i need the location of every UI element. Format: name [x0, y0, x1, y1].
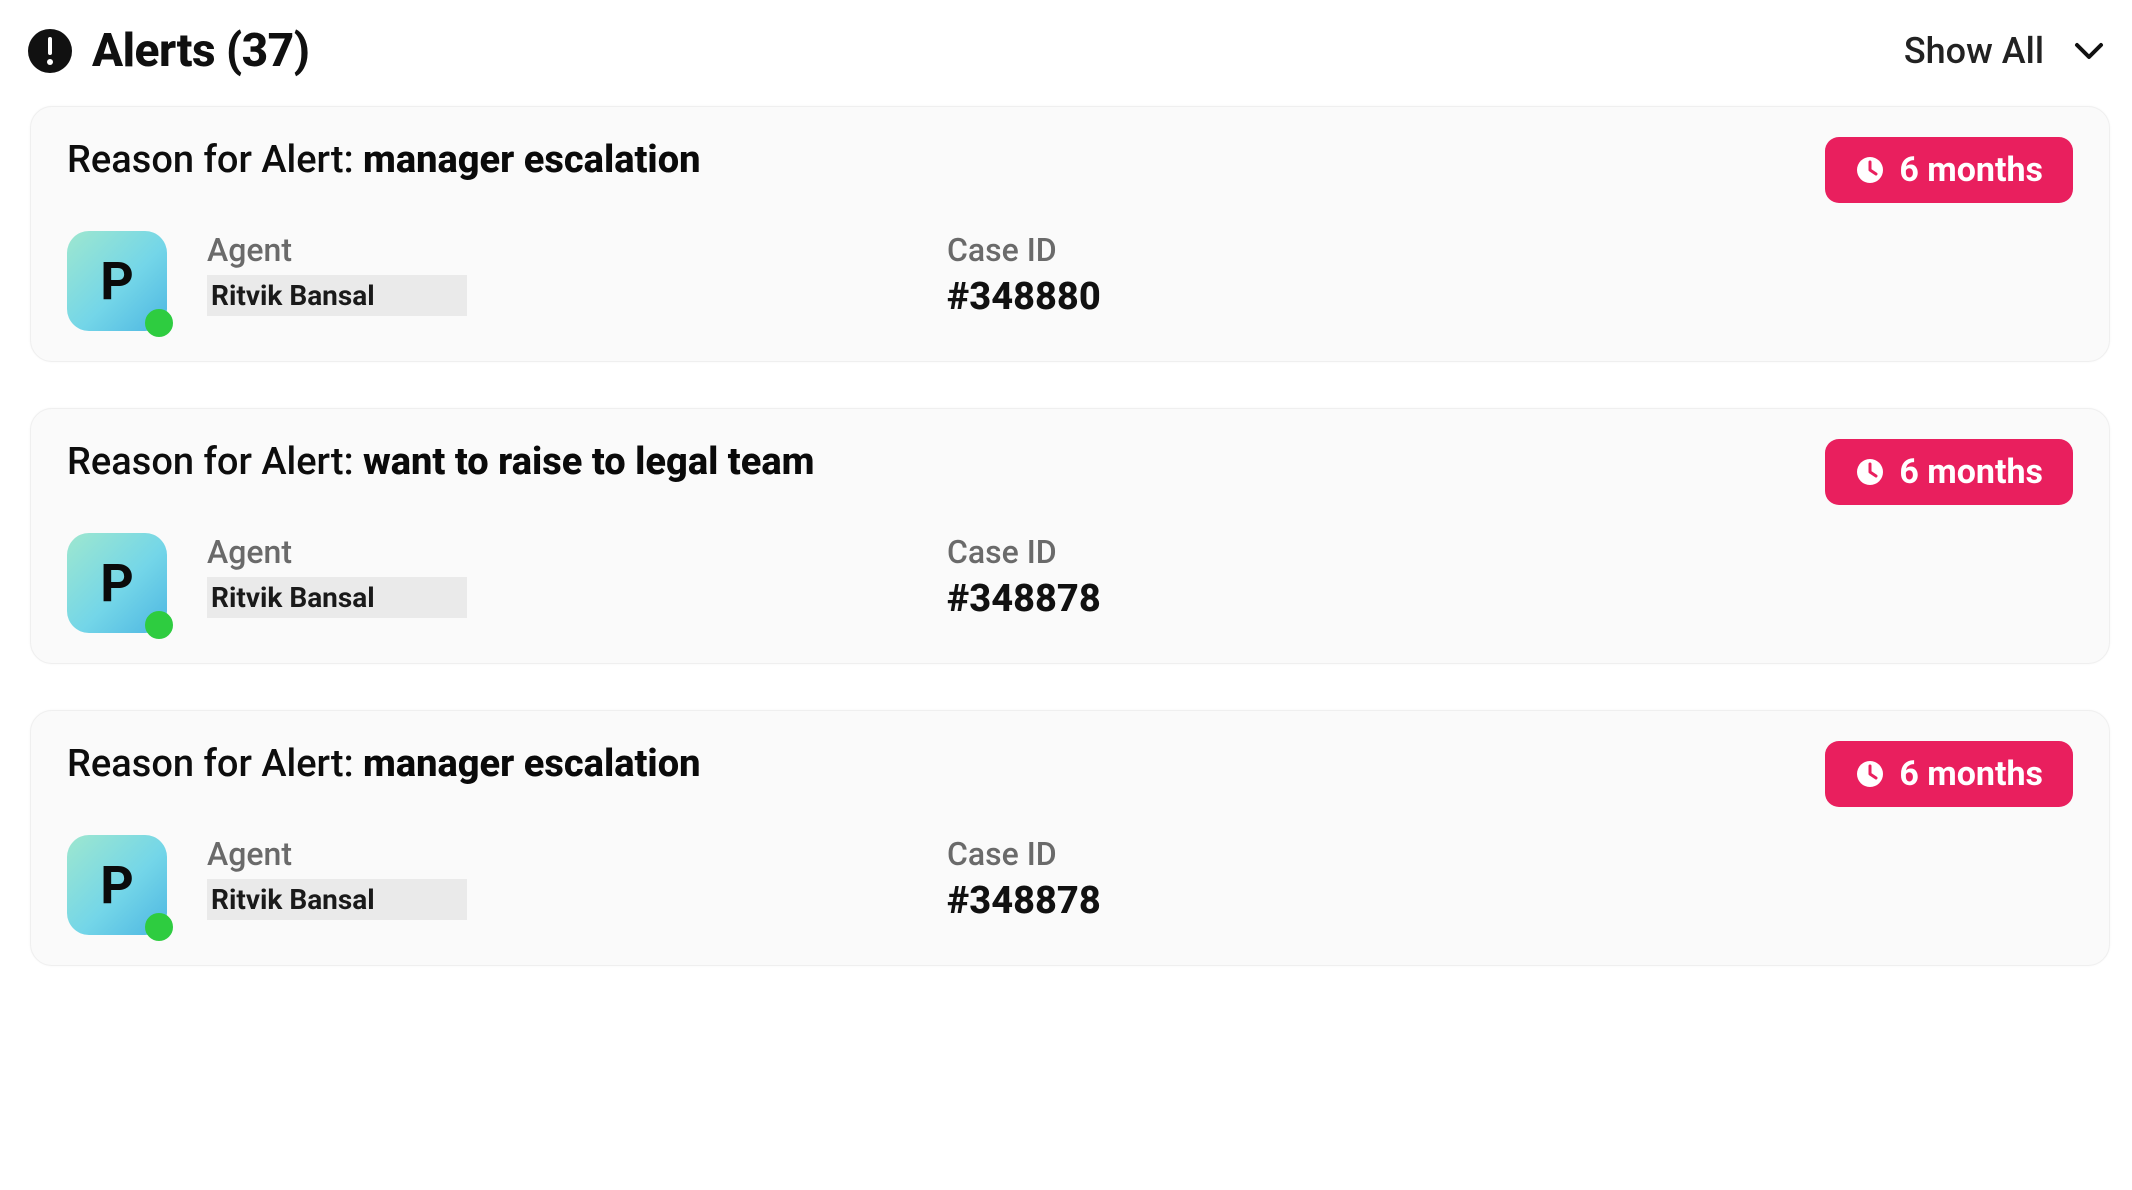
alert-card-top: Reason for Alert: manager escalation 6 m…: [67, 739, 2073, 807]
alerts-header: Alerts (37) Show All: [22, 18, 2110, 106]
chevron-down-icon: [2074, 41, 2104, 61]
agent-avatar[interactable]: P: [67, 533, 167, 633]
reason-prefix: Reason for Alert:: [67, 138, 363, 182]
presence-indicator-icon: [145, 309, 173, 337]
alert-card[interactable]: Reason for Alert: want to raise to legal…: [30, 408, 2110, 664]
alert-card[interactable]: Reason for Alert: manager escalation 6 m…: [30, 710, 2110, 966]
alert-reason: Reason for Alert: want to raise to legal…: [67, 437, 814, 488]
alert-reason: Reason for Alert: manager escalation: [67, 135, 700, 186]
agent-avatar[interactable]: P: [67, 835, 167, 935]
agent-name[interactable]: Ritvik Bansal: [207, 879, 467, 920]
case-id-label: Case ID: [947, 231, 2073, 269]
alert-age-label: 6 months: [1899, 757, 2043, 791]
alert-age-badge: 6 months: [1825, 137, 2073, 203]
case-id-value[interactable]: #348878: [947, 577, 2073, 621]
case-id-value[interactable]: #348880: [947, 275, 2073, 319]
alert-card-body: P Agent Ritvik Bansal Case ID #348880: [67, 231, 2073, 331]
alert-age-badge: 6 months: [1825, 741, 2073, 807]
agent-column: Agent Ritvik Bansal: [207, 231, 947, 331]
reason-value: manager escalation: [363, 138, 700, 182]
case-id-column: Case ID #348878: [947, 835, 2073, 935]
agent-column: Agent Ritvik Bansal: [207, 533, 947, 633]
alert-card-top: Reason for Alert: want to raise to legal…: [67, 437, 2073, 505]
alert-info-columns: Agent Ritvik Bansal Case ID #348878: [207, 533, 2073, 633]
alert-age-label: 6 months: [1899, 153, 2043, 187]
show-all-label: Show All: [1904, 30, 2044, 72]
clock-icon: [1855, 155, 1885, 185]
avatar-initial: P: [100, 553, 134, 614]
show-all-toggle[interactable]: Show All: [1904, 30, 2104, 72]
alert-info-columns: Agent Ritvik Bansal Case ID #348878: [207, 835, 2073, 935]
alerts-page: Alerts (37) Show All Reason for Alert: m…: [0, 0, 2132, 996]
reason-prefix: Reason for Alert:: [67, 742, 363, 786]
alert-reason: Reason for Alert: manager escalation: [67, 739, 700, 790]
case-id-label: Case ID: [947, 835, 2073, 873]
agent-label: Agent: [207, 231, 947, 269]
reason-prefix: Reason for Alert:: [67, 440, 363, 484]
clock-icon: [1855, 759, 1885, 789]
alert-age-label: 6 months: [1899, 455, 2043, 489]
case-id-value[interactable]: #348878: [947, 879, 2073, 923]
agent-name[interactable]: Ritvik Bansal: [207, 577, 467, 618]
presence-indicator-icon: [145, 611, 173, 639]
reason-value: manager escalation: [363, 742, 700, 786]
clock-icon: [1855, 457, 1885, 487]
alerts-title: Alerts (37): [92, 24, 309, 78]
agent-avatar[interactable]: P: [67, 231, 167, 331]
agent-label: Agent: [207, 533, 947, 571]
case-id-column: Case ID #348878: [947, 533, 2073, 633]
agent-name[interactable]: Ritvik Bansal: [207, 275, 467, 316]
presence-indicator-icon: [145, 913, 173, 941]
alert-card-top: Reason for Alert: manager escalation 6 m…: [67, 135, 2073, 203]
alert-age-badge: 6 months: [1825, 439, 2073, 505]
alert-card-body: P Agent Ritvik Bansal Case ID #348878: [67, 533, 2073, 633]
case-id-column: Case ID #348880: [947, 231, 2073, 331]
avatar-initial: P: [100, 855, 134, 916]
avatar-initial: P: [100, 251, 134, 312]
alert-exclamation-icon: [28, 29, 72, 73]
alerts-header-left: Alerts (37): [28, 24, 309, 78]
case-id-label: Case ID: [947, 533, 2073, 571]
agent-column: Agent Ritvik Bansal: [207, 835, 947, 935]
alert-card-body: P Agent Ritvik Bansal Case ID #348878: [67, 835, 2073, 935]
alert-info-columns: Agent Ritvik Bansal Case ID #348880: [207, 231, 2073, 331]
reason-value: want to raise to legal team: [363, 440, 814, 484]
alert-card[interactable]: Reason for Alert: manager escalation 6 m…: [30, 106, 2110, 362]
agent-label: Agent: [207, 835, 947, 873]
